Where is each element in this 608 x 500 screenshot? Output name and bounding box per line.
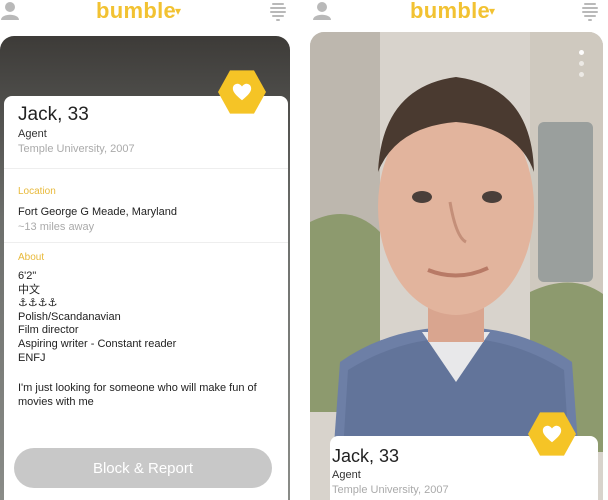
pagination-dot bbox=[579, 72, 584, 77]
brand-caret[interactable]: ▾ bbox=[175, 4, 181, 18]
brand-logo: bumble bbox=[410, 0, 491, 23]
profile-school: Temple University, 2007 bbox=[18, 143, 135, 155]
about-list: 6'2" 中文 ⚓⚓⚓⚓ Polish/Scandanavian Film di… bbox=[18, 270, 176, 365]
heart-icon bbox=[232, 83, 252, 101]
filter-icon[interactable] bbox=[268, 1, 288, 21]
about-title: About bbox=[18, 252, 45, 263]
about-occupation: Film director bbox=[18, 324, 79, 337]
user-icon[interactable] bbox=[0, 1, 20, 21]
profile-name: Jack, 33 bbox=[18, 104, 89, 125]
profile-job: Agent bbox=[332, 469, 361, 481]
about-language: 中文 bbox=[18, 283, 40, 296]
heart-icon bbox=[542, 425, 562, 443]
user-icon[interactable] bbox=[312, 1, 332, 21]
location-distance: ~13 miles away bbox=[18, 221, 95, 233]
profile-summary-card[interactable]: Jack, 33 Agent Temple University, 2007 bbox=[330, 412, 598, 500]
profile-detail-panel: bumble ▾ Jack, 33 Agent Temple Universit… bbox=[0, 0, 296, 500]
about-hobby: Aspiring writer - Constant reader bbox=[18, 337, 177, 350]
profile-name: Jack, 33 bbox=[332, 446, 400, 466]
profile-school: Temple University, 2007 bbox=[332, 484, 449, 496]
photo-pagination bbox=[579, 50, 584, 83]
profile-photo-panel: bumble ▾ Jack, 33 Agent Temple Universit… bbox=[310, 0, 606, 500]
about-heritage: Polish/Scandanavian bbox=[18, 310, 121, 323]
anchor-icons: ⚓⚓⚓⚓ bbox=[18, 297, 58, 310]
top-bar: bumble ▾ bbox=[0, 0, 296, 30]
brand-logo: bumble bbox=[96, 0, 177, 23]
brand-caret[interactable]: ▾ bbox=[489, 4, 495, 18]
about-personality: ENFJ bbox=[18, 351, 46, 364]
pagination-dot bbox=[579, 61, 584, 66]
profile-job: Agent bbox=[18, 128, 47, 140]
about-height: 6'2" bbox=[18, 270, 37, 282]
location-title: Location bbox=[18, 186, 56, 197]
block-report-button[interactable]: Block & Report bbox=[14, 448, 272, 488]
top-bar: bumble ▾ bbox=[310, 0, 606, 30]
filter-icon[interactable] bbox=[580, 1, 600, 21]
location-place: Fort George G Meade, Maryland bbox=[18, 206, 177, 218]
profile-info-card: Jack, 33 Agent Temple University, 2007 L… bbox=[4, 70, 288, 500]
divider bbox=[4, 242, 288, 243]
about-bio: I'm just looking for someone who will ma… bbox=[18, 382, 257, 408]
divider bbox=[4, 168, 288, 169]
pagination-dot bbox=[579, 50, 584, 55]
